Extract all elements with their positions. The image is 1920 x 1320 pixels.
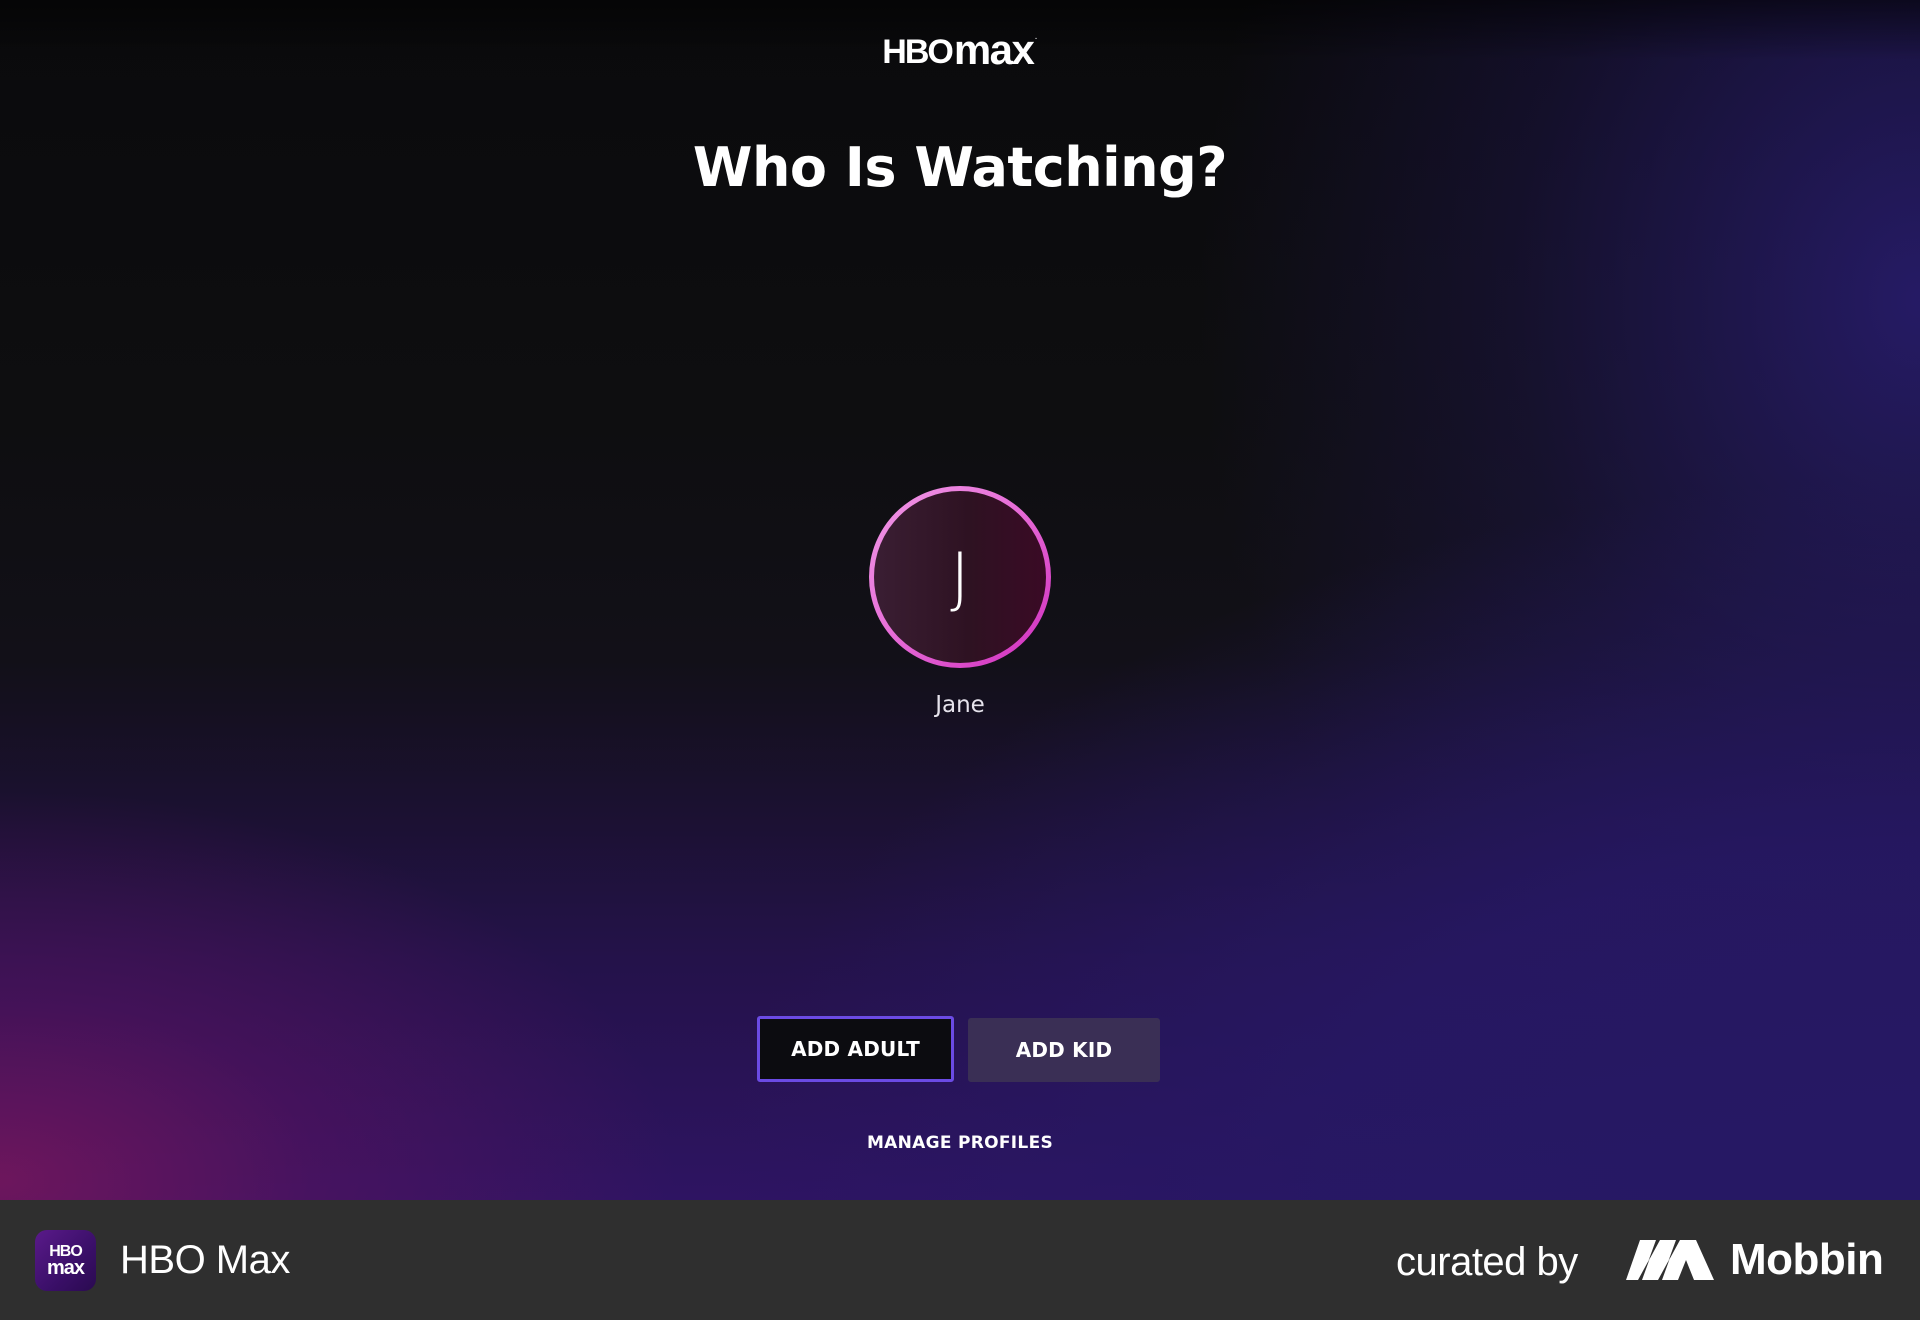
add-kid-button[interactable]: ADD KID <box>968 1018 1160 1082</box>
logo-mark: · <box>1034 32 1038 44</box>
manage-profiles-row: MANAGE PROFILES <box>0 1131 1920 1155</box>
mobbin-logo-icon <box>1626 1240 1714 1280</box>
avatar[interactable]: J <box>874 491 1046 663</box>
avatar-ring: J <box>869 486 1051 668</box>
add-profile-actions: ADD ADULT ADD KID <box>757 1016 1160 1082</box>
avatar-initial: J <box>950 538 970 616</box>
profile-name: Jane <box>935 692 985 718</box>
app-icon-max-text: max <box>46 1257 85 1279</box>
attribution-footer: HBO max HBO Max curated by Mobbin <box>0 1200 1920 1320</box>
app-screen: HBO max · Who Is Watching? J Jane ADD AD… <box>0 0 1920 1200</box>
manage-profiles-link[interactable]: MANAGE PROFILES <box>867 1133 1053 1153</box>
curated-by-label: curated by <box>1396 1240 1578 1284</box>
hbo-max-app-icon: HBO max <box>35 1230 96 1291</box>
add-adult-button[interactable]: ADD ADULT <box>757 1016 954 1082</box>
profile-tile-jane[interactable]: J Jane <box>869 486 1051 720</box>
app-name: HBO Max <box>120 1238 290 1282</box>
hbo-max-logo: HBO max · <box>882 26 1038 73</box>
mobbin-wordmark: Mobbin <box>1730 1235 1884 1284</box>
logo-hbo-text: HBO <box>882 33 954 71</box>
logo-max-text: max <box>953 26 1035 73</box>
page-title: Who Is Watching? <box>692 136 1228 199</box>
